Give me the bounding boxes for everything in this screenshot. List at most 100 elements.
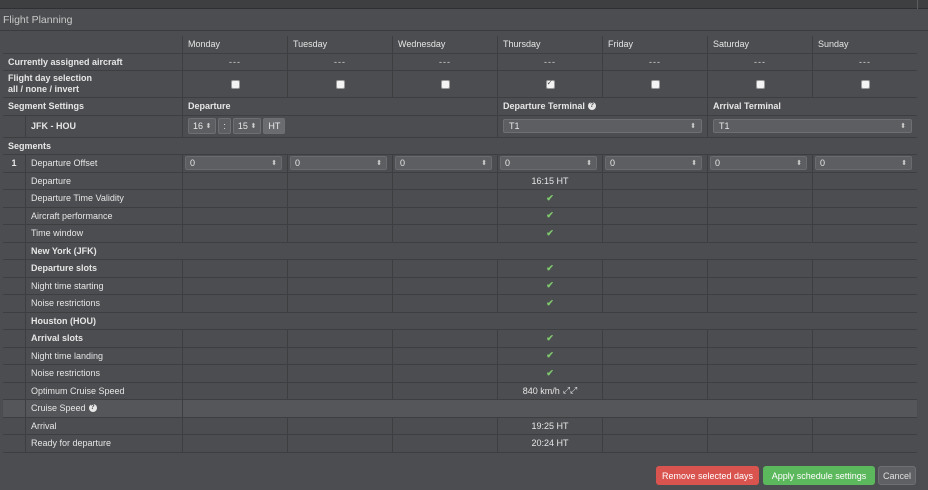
segment-cell [602, 190, 707, 207]
segment-label: Night time starting [25, 277, 182, 294]
departure-offset-input[interactable]: 0 ⬍ [395, 156, 492, 171]
segment-spacer [3, 278, 25, 295]
segment-cell [182, 260, 287, 277]
segment-cell [707, 382, 812, 399]
offset-value: 0 [715, 158, 721, 169]
departure-terminal-header: Departure Terminal? [497, 98, 707, 115]
segments-header: Segments [3, 138, 917, 155]
segment-label-text: Departure [31, 175, 72, 186]
segment-cell [392, 190, 497, 207]
day-checkbox-saturday[interactable] [755, 79, 765, 89]
remove-selected-days-button[interactable]: Remove selected days [656, 466, 759, 485]
segment-label: Arrival [25, 417, 182, 434]
section-header: Houston (HOU) [25, 312, 917, 329]
segment-label: Aircraft performance [25, 207, 182, 224]
segment-cell: ✔ [497, 347, 602, 364]
time-colon: : [218, 118, 231, 134]
departure-offset-input[interactable]: 0 ⬍ [290, 156, 387, 171]
assigned-cell: --- [287, 53, 392, 70]
segment-label: Noise restrictions [25, 295, 182, 312]
assigned-value: --- [334, 56, 346, 67]
segment-cell [392, 347, 497, 364]
segment-cell [707, 435, 812, 452]
help-icon[interactable]: ? [587, 102, 596, 111]
segment-cell [182, 277, 287, 294]
segment-row: Optimum Cruise Speed 840 km/h ⤢⤢ [3, 382, 917, 400]
segment-cell [707, 277, 812, 294]
segment-cell [812, 347, 917, 364]
departure-offset-input[interactable]: 0 ⬍ [605, 156, 702, 171]
hour-value: 16 [193, 121, 204, 131]
segment-cell [287, 382, 392, 399]
select-all-link[interactable]: all [8, 84, 18, 94]
departure-offset-input[interactable]: 0 ⬍ [815, 156, 912, 171]
check-icon: ✔ [546, 367, 554, 378]
departure-header: Departure [182, 98, 497, 115]
spinner-icon: ⬍ [376, 160, 382, 168]
segment-cell [602, 172, 707, 189]
day-checkbox-monday[interactable] [230, 79, 240, 89]
day-checkbox-wednesday[interactable] [440, 79, 450, 89]
spinner-icon: ⬍ [250, 123, 257, 130]
invert-link[interactable]: invert [55, 84, 80, 94]
arrival-terminal-cell: T1 ⬍ [707, 115, 917, 137]
apply-schedule-settings-button[interactable]: Apply schedule settings [763, 466, 875, 485]
segment-cell [182, 435, 287, 452]
departure-offset-input[interactable]: 0 ⬍ [185, 156, 282, 171]
segment-value: 840 km/h [522, 385, 560, 396]
help-icon[interactable]: ? [88, 404, 97, 413]
corner-cell [3, 36, 182, 53]
segment-cell [707, 260, 812, 277]
segment-cell [287, 417, 392, 434]
departure-offset-input[interactable]: 0 ⬍ [710, 156, 807, 171]
segment-label: Departure slots [25, 260, 182, 277]
segment-cell: ✔ [497, 225, 602, 242]
segment-label: Departure [25, 172, 182, 189]
assigned-cell: --- [707, 53, 812, 70]
check-icon: ✔ [546, 262, 554, 273]
segment-label-text: Cruise Speed [31, 403, 86, 414]
segment-cell [707, 207, 812, 224]
expand-icon[interactable]: ⤢⤢ [563, 385, 577, 396]
segment-row: Arrival 19:25 HT [3, 417, 917, 435]
day-checkbox-sunday[interactable] [860, 79, 870, 89]
select-none-link[interactable]: none [26, 84, 48, 94]
arrival-terminal-select[interactable]: T1 ⬍ [713, 119, 912, 133]
segment-cell: 16:15 HT [497, 172, 602, 189]
check-icon: ✔ [546, 350, 554, 361]
spinner-icon: ⬍ [901, 160, 907, 168]
segment-cell [182, 190, 287, 207]
segment-cell [182, 347, 287, 364]
disabled-cell [182, 400, 917, 417]
flight-day-cell-saturday [707, 71, 812, 97]
segment-label: Night time landing [25, 347, 182, 364]
segment-row: Ready for departure 20:24 HT [3, 435, 917, 453]
segment-cell [602, 382, 707, 399]
segment-row: Arrival slots ✔ [3, 330, 917, 348]
departure-offset-input[interactable]: 0 ⬍ [500, 156, 597, 171]
day-checkbox-tuesday[interactable] [335, 79, 345, 89]
segment-label-text: Time window [31, 228, 84, 239]
minute-select[interactable]: 15 ⬍ [232, 118, 262, 134]
segment-cell: ✔ [497, 190, 602, 207]
flight-day-label: Flight day selection [8, 73, 93, 83]
assigned-cell: --- [812, 53, 917, 70]
cancel-button[interactable]: Cancel [878, 466, 916, 485]
segment-cell [602, 295, 707, 312]
day-header-thursday: Thursday [497, 36, 602, 53]
segment-cell [392, 330, 497, 347]
segment-rows: Departure 16:15 HT Departure Time Validity… [3, 172, 917, 453]
day-checkbox-friday[interactable] [650, 79, 660, 89]
segment-spacer [3, 190, 25, 207]
segment-spacer [3, 383, 25, 400]
offset-cell: 0 ⬍ [287, 155, 392, 172]
segment-cell: ✔ [497, 330, 602, 347]
offset-cell: 0 ⬍ [497, 155, 602, 172]
departure-terminal-select[interactable]: T1 ⬍ [503, 119, 702, 133]
segment-cell [392, 277, 497, 294]
day-checkbox-thursday[interactable] [545, 78, 555, 89]
segment-row: Night time starting ✔ [3, 277, 917, 295]
hour-select[interactable]: 16 ⬍ [188, 118, 217, 134]
segment-label-text: Arrival [31, 420, 57, 431]
route-label: JFK - HOU [25, 115, 182, 137]
